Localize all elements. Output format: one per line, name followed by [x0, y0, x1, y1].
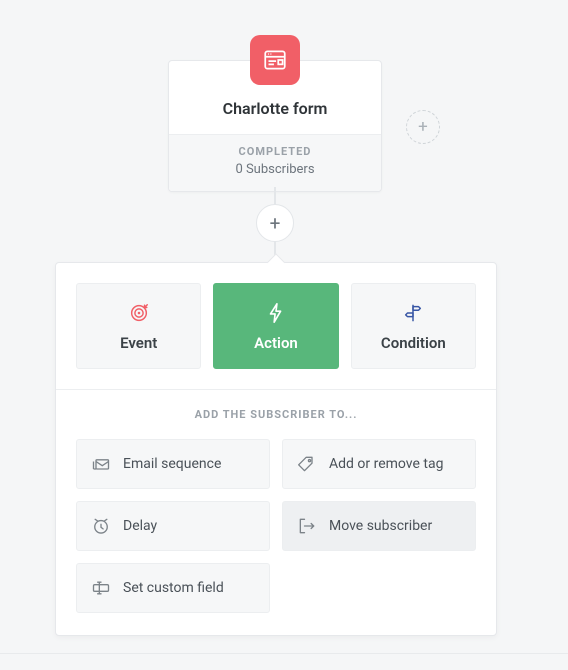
plus-icon: +: [270, 212, 281, 235]
option-email-sequence[interactable]: Email sequence: [76, 439, 270, 489]
option-label: Add or remove tag: [329, 456, 443, 472]
add-branch-button[interactable]: +: [406, 110, 440, 144]
option-move-subscriber[interactable]: Move subscriber: [282, 501, 476, 551]
add-step-button[interactable]: +: [256, 204, 294, 242]
tab-label: Action: [254, 334, 298, 352]
tab-action[interactable]: Action: [213, 283, 338, 369]
option-add-remove-tag[interactable]: Add or remove tag: [282, 439, 476, 489]
footer-divider: [0, 653, 568, 654]
plus-icon: +: [418, 117, 428, 137]
trigger-footer: COMPLETED 0 Subscribers: [169, 134, 381, 191]
trigger-status: COMPLETED: [177, 145, 373, 158]
clock-icon: [91, 516, 111, 536]
step-type-tabs: Event Action Condition: [76, 283, 476, 369]
option-label: Set custom field: [123, 580, 224, 596]
move-icon: [297, 516, 317, 536]
option-label: Move subscriber: [329, 518, 432, 534]
field-icon: [91, 578, 111, 598]
tab-event[interactable]: Event: [76, 283, 201, 369]
sequence-icon: [91, 454, 111, 474]
tab-label: Condition: [381, 334, 446, 352]
option-label: Delay: [123, 518, 157, 534]
tab-condition[interactable]: Condition: [351, 283, 476, 369]
trigger-subscribers: 0 Subscribers: [177, 162, 373, 177]
option-delay[interactable]: Delay: [76, 501, 270, 551]
target-icon: [128, 302, 150, 324]
trigger-card[interactable]: Charlotte form COMPLETED 0 Subscribers: [168, 60, 382, 192]
step-picker-panel: Event Action Condition ADD THE SUBSCRIBE…: [55, 262, 497, 636]
automation-canvas: Charlotte form COMPLETED 0 Subscribers +…: [0, 0, 568, 670]
tab-label: Event: [120, 334, 157, 352]
option-set-custom-field[interactable]: Set custom field: [76, 563, 270, 613]
signpost-icon: [402, 302, 424, 324]
option-label: Email sequence: [123, 456, 221, 472]
tag-icon: [297, 454, 317, 474]
action-options: Email sequence Add or remove tag Delay: [76, 439, 476, 613]
form-icon: [250, 35, 300, 85]
lightning-icon: [265, 302, 287, 324]
section-title: ADD THE SUBSCRIBER TO...: [76, 408, 476, 421]
divider: [56, 389, 496, 390]
